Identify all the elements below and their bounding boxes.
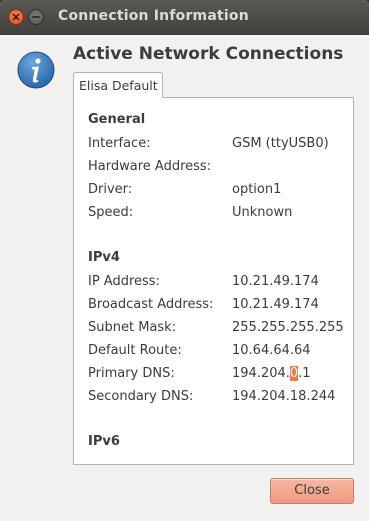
default-route-label: Default Route: — [88, 343, 182, 358]
tab-label: Elisa Default — [79, 78, 158, 93]
interface-label: Interface: — [88, 136, 151, 151]
driver-value[interactable]: option1 — [232, 182, 281, 197]
primary-dns-text-before: 194.204. — [232, 366, 290, 381]
connection-details-panel: General Interface: GSM (ttyUSB0) Hardwar… — [73, 97, 354, 465]
subnet-mask-label: Subnet Mask: — [88, 320, 177, 335]
primary-dns-text-after: .1 — [298, 366, 311, 381]
section-general-title: General — [88, 112, 146, 127]
window-minimize-button[interactable] — [28, 9, 44, 25]
title-bar[interactable]: Connection Information — [0, 0, 369, 35]
close-button[interactable]: Close — [270, 478, 354, 504]
secondary-dns-label: Secondary DNS: — [88, 389, 194, 404]
window-title: Connection Information — [58, 8, 249, 24]
interface-value[interactable]: GSM (ttyUSB0) — [232, 136, 329, 151]
ip-address-label: IP Address: — [88, 274, 160, 289]
subnet-mask-value[interactable]: 255.255.255.255 — [232, 320, 344, 335]
section-ipv6-title: IPv6 — [88, 434, 120, 449]
secondary-dns-value[interactable]: 194.204.18.244 — [232, 389, 335, 404]
info-icon — [17, 51, 55, 89]
connection-information-dialog: Connection Information Active Network Co… — [0, 0, 369, 521]
ip-address-value[interactable]: 10.21.49.174 — [232, 274, 319, 289]
default-route-value[interactable]: 10.64.64.64 — [232, 343, 311, 358]
broadcast-address-label: Broadcast Address: — [88, 297, 214, 312]
close-icon — [12, 13, 20, 21]
minimize-icon — [32, 16, 40, 18]
primary-dns-value[interactable]: 194.204.0.1 — [232, 366, 311, 381]
primary-dns-selected-text: 0 — [289, 366, 299, 381]
driver-label: Driver: — [88, 182, 133, 197]
speed-label: Speed: — [88, 205, 134, 220]
speed-value[interactable]: Unknown — [232, 205, 292, 220]
window-close-button[interactable] — [8, 9, 24, 25]
dialog-heading: Active Network Connections — [73, 44, 344, 64]
tab-elisa-default[interactable]: Elisa Default — [73, 72, 163, 98]
primary-dns-label: Primary DNS: — [88, 366, 175, 381]
hardware-address-label: Hardware Address: — [88, 159, 212, 174]
broadcast-address-value[interactable]: 10.21.49.174 — [232, 297, 319, 312]
section-ipv4-title: IPv4 — [88, 250, 120, 265]
